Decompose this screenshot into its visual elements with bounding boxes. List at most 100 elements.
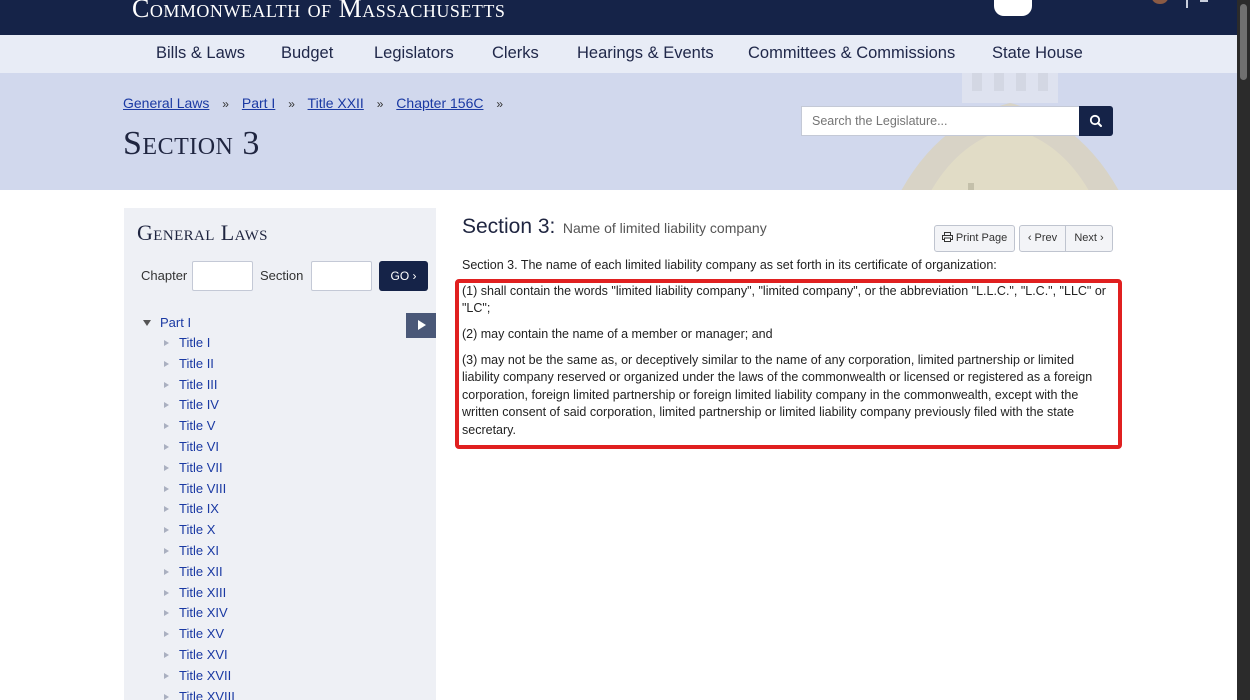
search-input[interactable] bbox=[801, 106, 1080, 136]
general-laws-sidebar: General Laws Chapter Section GO › Part I… bbox=[124, 208, 436, 700]
title-tree: Title I Title II Title III Title IV Title V T… bbox=[164, 335, 235, 700]
avatar[interactable] bbox=[1152, 0, 1168, 4]
caret-right-icon bbox=[164, 527, 169, 534]
nav-committees-commissions[interactable]: Committees & Commissions bbox=[748, 44, 955, 63]
caret-right-icon bbox=[164, 589, 169, 596]
tree-item-label: Part I bbox=[160, 315, 192, 330]
tree-item-label: Title III bbox=[179, 376, 218, 392]
tree-item-label: Title I bbox=[179, 335, 211, 350]
breadcrumb: General Laws » Part I » Title XXII » Cha… bbox=[123, 95, 512, 111]
tree-item-title[interactable]: Title XII bbox=[164, 564, 235, 585]
tree-item-title[interactable]: Title II bbox=[164, 356, 235, 377]
nav-state-house[interactable]: State House bbox=[992, 44, 1083, 63]
caret-right-icon bbox=[164, 631, 169, 638]
tree-item-title[interactable]: Title XVIII bbox=[164, 689, 235, 700]
breadcrumb-chapter[interactable]: Chapter 156C bbox=[396, 95, 483, 111]
tree-item-label: Title XI bbox=[179, 542, 219, 558]
breadcrumb-separator: » bbox=[288, 97, 295, 111]
nav-legislators[interactable]: Legislators bbox=[374, 44, 454, 63]
scrollbar-track[interactable] bbox=[1237, 0, 1250, 700]
breadcrumb-separator: » bbox=[376, 97, 384, 111]
caret-right-icon bbox=[164, 381, 169, 388]
tree-item-title[interactable]: Title XVI bbox=[164, 647, 235, 668]
caret-right-icon bbox=[164, 610, 169, 617]
print-page-button[interactable]: Print Page bbox=[934, 225, 1015, 252]
tree-item-label: Title IV bbox=[179, 397, 219, 413]
tree-item-title[interactable]: Title VIII bbox=[164, 481, 235, 502]
page-title: Section 3 bbox=[123, 125, 260, 162]
tree-item-label: Title XII bbox=[179, 563, 223, 579]
tree-item-label: Title VII bbox=[179, 459, 223, 475]
tree-item-label: Title XV bbox=[179, 626, 225, 642]
scrollbar-thumb[interactable] bbox=[1240, 4, 1247, 80]
breadcrumb-general-laws[interactable]: General Laws bbox=[123, 95, 209, 111]
caret-right-icon bbox=[164, 360, 169, 367]
tree-item-label: Title VI bbox=[179, 438, 219, 454]
breadcrumb-title[interactable]: Title XXII bbox=[308, 95, 364, 111]
tree-item-title[interactable]: Title I bbox=[164, 335, 235, 356]
breadcrumb-part[interactable]: Part I bbox=[242, 95, 275, 111]
nav-budget[interactable]: Budget bbox=[281, 44, 333, 63]
site-header: Commonwealth of Massachusetts bbox=[0, 0, 1237, 35]
search-button[interactable] bbox=[1079, 106, 1113, 136]
nav-bills-laws[interactable]: Bills & Laws bbox=[156, 44, 245, 63]
tree-item-label: Title XVIII bbox=[179, 688, 235, 700]
caret-right-icon bbox=[164, 651, 169, 658]
caret-down-icon bbox=[143, 320, 151, 326]
tree-item-title[interactable]: Title VI bbox=[164, 439, 235, 460]
print-label: Print Page bbox=[955, 232, 1008, 244]
nav-hearings-events[interactable]: Hearings & Events bbox=[577, 44, 714, 63]
caret-right-icon bbox=[164, 402, 169, 409]
next-button[interactable]: Next › bbox=[1065, 225, 1113, 252]
nav-clerks[interactable]: Clerks bbox=[492, 44, 539, 63]
tree-item-label: Title V bbox=[179, 418, 216, 434]
tree-item-title[interactable]: Title IV bbox=[164, 397, 235, 418]
section-label: Section bbox=[260, 268, 304, 283]
tree-item-label: Title II bbox=[179, 355, 214, 371]
tree-item-part[interactable]: Part I bbox=[143, 315, 191, 330]
caret-right-icon bbox=[164, 693, 169, 700]
section-paragraph: (1) shall contain the words "limited lia… bbox=[462, 284, 1106, 316]
caret-right-icon bbox=[164, 464, 169, 471]
tree-item-title[interactable]: Title XV bbox=[164, 626, 235, 647]
main-nav: Bills & Laws Budget Legislators Clerks H… bbox=[0, 35, 1237, 73]
tree-item-title[interactable]: Title X bbox=[164, 522, 235, 543]
sidebar-toggle-button[interactable] bbox=[406, 313, 436, 338]
tree-item-label: Title IX bbox=[179, 501, 219, 517]
caret-right-icon bbox=[164, 423, 169, 430]
section-intro: Section 3. The name of each limited liab… bbox=[462, 258, 997, 272]
section-paragraph: (3) may not be the same as, or deceptive… bbox=[462, 353, 1093, 437]
user-icon[interactable] bbox=[994, 0, 1032, 16]
site-brand[interactable]: Commonwealth of Massachusetts bbox=[132, 0, 505, 24]
search-icon bbox=[1089, 114, 1102, 127]
tree-item-title[interactable]: Title XIV bbox=[164, 605, 235, 626]
tree-item-title[interactable]: Title XIII bbox=[164, 585, 235, 606]
caret-right-icon bbox=[164, 340, 169, 346]
tree-item-title[interactable]: Title III bbox=[164, 377, 235, 398]
section-input[interactable] bbox=[311, 261, 372, 291]
tree-item-label: Title X bbox=[179, 522, 216, 538]
page-hero: General Laws » Part I » Title XXII » Cha… bbox=[0, 73, 1237, 190]
tree-item-title[interactable]: Title VII bbox=[164, 460, 235, 481]
tree-item-title[interactable]: Title V bbox=[164, 418, 235, 439]
chapter-label: Chapter bbox=[141, 268, 188, 283]
breadcrumb-separator: » bbox=[496, 97, 504, 111]
tree-item-title[interactable]: Title XVII bbox=[164, 668, 235, 689]
header-divider bbox=[1186, 0, 1188, 8]
tree-item-label: Title XVII bbox=[179, 667, 232, 683]
caret-right-icon bbox=[164, 506, 169, 513]
section-number: Section 3: bbox=[462, 215, 556, 238]
section-name: Name of limited liability company bbox=[562, 220, 767, 236]
prev-button[interactable]: ‹ Prev bbox=[1019, 225, 1066, 252]
tree-item-title[interactable]: Title IX bbox=[164, 501, 235, 522]
go-button[interactable]: GO › bbox=[379, 261, 428, 291]
tree-item-label: Title XIII bbox=[179, 584, 227, 600]
tree-item-label: Title XVI bbox=[179, 646, 228, 662]
tree-item-title[interactable]: Title XI bbox=[164, 543, 235, 564]
caret-right-icon bbox=[164, 485, 169, 492]
section-paragraph: (2) may contain the name of a member or … bbox=[462, 327, 773, 341]
tree-item-label: Title XIV bbox=[179, 605, 228, 621]
caret-right-icon bbox=[164, 443, 169, 450]
header-menu-icon[interactable] bbox=[1200, 0, 1208, 2]
chapter-input[interactable] bbox=[192, 261, 253, 291]
